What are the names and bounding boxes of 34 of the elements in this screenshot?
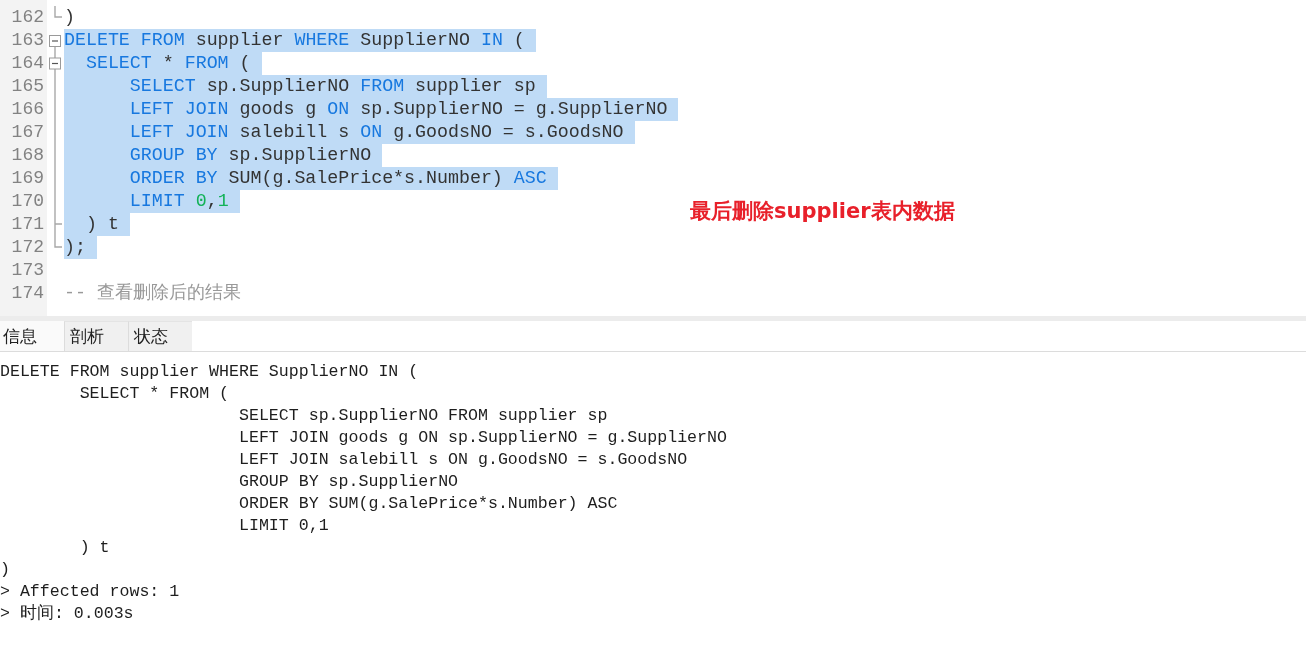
line-number: 165 (11, 75, 44, 98)
line-number: 167 (11, 121, 44, 144)
output-line: SELECT sp.SupplierNO FROM supplier sp (239, 405, 608, 427)
output-line: LEFT JOIN goods g ON sp.SupplierNO = g.SupplierNO (239, 427, 727, 449)
output-line: LIMIT 0,1 (239, 515, 329, 537)
line-number: 162 (11, 6, 44, 29)
line-number: 174 (11, 282, 44, 305)
output-line: LEFT JOIN salebill s ON g.GoodsNO = s.GoodsNO (239, 449, 688, 471)
line-number: 170 (11, 190, 44, 213)
output-line: > 时间: 0.003s (0, 603, 134, 625)
result-tab[interactable]: 状态 (128, 321, 192, 351)
output-line: DELETE FROM supplier WHERE SupplierNO IN ( (0, 361, 419, 383)
line-number: 172 (11, 236, 44, 259)
line-number: 163 (11, 29, 44, 52)
output-line: > Affected rows: 1 (0, 581, 180, 603)
fold-toggle-icon[interactable] (49, 52, 61, 75)
line-number: 166 (11, 98, 44, 121)
fold-guide-icon (54, 6, 62, 18)
fold-toggle-icon[interactable] (49, 35, 61, 52)
line-number: 164 (11, 52, 44, 75)
output-line: GROUP BY sp.SupplierNO (239, 471, 459, 493)
line-number: 171 (11, 213, 44, 236)
line-number: 169 (11, 167, 44, 190)
output-line: SELECT * FROM ( (79, 383, 230, 405)
line-number: 173 (11, 259, 44, 282)
output-line: ORDER BY SUM(g.SalePrice*s.Number) ASC (239, 493, 618, 515)
code-line: ) (64, 6, 75, 29)
result-tab[interactable]: 信息 (0, 321, 64, 351)
result-tab[interactable]: 剖析 (64, 321, 128, 351)
annotation-text: 最后删除supplier表内数据 (690, 198, 955, 225)
output-line: ) t (79, 537, 110, 559)
line-number: 168 (11, 144, 44, 167)
code-line: -- 查看删除后的结果 (64, 282, 241, 305)
output-line: ) (0, 559, 10, 581)
